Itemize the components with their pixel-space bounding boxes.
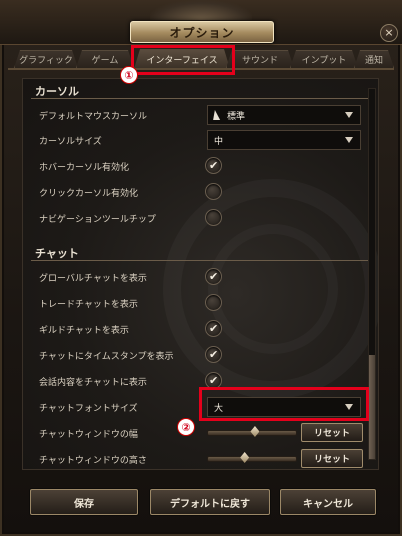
cursor-size-label: カーソルサイズ (39, 137, 102, 147)
section-divider (31, 98, 371, 99)
title-plate: オプション (130, 21, 274, 43)
tab-input[interactable]: インプット (290, 50, 358, 68)
chat-font-size-label: チャットフォントサイズ (39, 404, 138, 414)
slider-track (207, 456, 297, 462)
chat-width-slider[interactable] (207, 425, 297, 439)
tab-graphics[interactable]: グラフィック (14, 50, 78, 68)
chat-height-slider[interactable] (207, 451, 297, 465)
timestamp-checkbox[interactable]: ✔ (205, 346, 222, 363)
checkmark-icon: ✔ (209, 270, 219, 283)
crest-ornament (150, 0, 252, 20)
tab-sound[interactable]: サウンド (226, 50, 294, 68)
checkmark-icon: ✔ (209, 348, 219, 361)
annotation-marker-1: ① (120, 66, 138, 84)
nav-tooltip-label: ナビゲーションツールチップ (39, 215, 156, 225)
guild-chat-label: ギルドチャットを表示 (39, 326, 129, 336)
annotation-marker-2: ② (177, 418, 195, 436)
click-cursor-checkbox[interactable] (205, 183, 222, 200)
close-button[interactable]: × (380, 24, 398, 42)
nav-tooltip-checkbox[interactable] (205, 209, 222, 226)
chat-height-reset-button[interactable]: リセット (301, 449, 363, 468)
timestamp-label: チャットにタイムスタンプを表示 (39, 352, 174, 362)
cursor-size-dropdown[interactable]: 中 (207, 130, 361, 150)
section-title-chat: チャット (35, 247, 79, 260)
chevron-down-icon (345, 137, 353, 143)
save-button[interactable]: 保存 (30, 489, 138, 515)
section-title-cursor: カーソル (35, 85, 79, 98)
conversation-label: 会話内容をチャットに表示 (39, 378, 147, 388)
section-divider (31, 260, 371, 261)
options-window: オプション × グラフィック ゲーム インターフェイス サウンド インプット 通… (0, 0, 402, 536)
checkmark-icon: ✔ (209, 322, 219, 335)
scrollbar[interactable] (368, 88, 376, 460)
checkmark-icon: ✔ (209, 374, 219, 387)
default-cursor-value: 標準 (227, 111, 246, 122)
chevron-down-icon (345, 112, 353, 118)
hover-cursor-label: ホバーカーソル有効化 (39, 163, 130, 173)
cursor-size-value: 中 (214, 136, 224, 147)
annotation-box-font-size (199, 387, 369, 421)
hover-cursor-checkbox[interactable]: ✔ (205, 157, 222, 174)
trade-chat-checkbox[interactable] (205, 294, 222, 311)
restore-defaults-button[interactable]: デフォルトに戻す (150, 489, 270, 515)
chat-width-reset-button[interactable]: リセット (301, 423, 363, 442)
cancel-button[interactable]: キャンセル (280, 489, 376, 515)
tab-game[interactable]: ゲーム (76, 50, 134, 68)
click-cursor-label: クリックカーソル有効化 (39, 189, 139, 199)
title-bar: オプション × (0, 0, 402, 45)
scrollbar-thumb[interactable] (369, 355, 375, 459)
cursor-arrow-icon (213, 110, 222, 120)
default-cursor-dropdown[interactable]: 標準 (207, 105, 361, 125)
tab-notifications[interactable]: 通知 (354, 50, 394, 68)
chat-width-label: チャットウィンドウの幅 (39, 430, 138, 440)
gear-watermark-inner (208, 224, 338, 354)
annotation-box-interface-tab (131, 45, 235, 75)
global-chat-label: グローバルチャットを表示 (39, 274, 147, 284)
guild-chat-checkbox[interactable]: ✔ (205, 320, 222, 337)
trade-chat-label: トレードチャットを表示 (39, 300, 138, 310)
global-chat-checkbox[interactable]: ✔ (205, 268, 222, 285)
window-title: オプション (169, 25, 235, 40)
checkmark-icon: ✔ (209, 159, 219, 172)
chat-height-label: チャットウィンドウの高さ (39, 456, 147, 466)
default-cursor-label: デフォルトマウスカーソル (39, 112, 148, 122)
